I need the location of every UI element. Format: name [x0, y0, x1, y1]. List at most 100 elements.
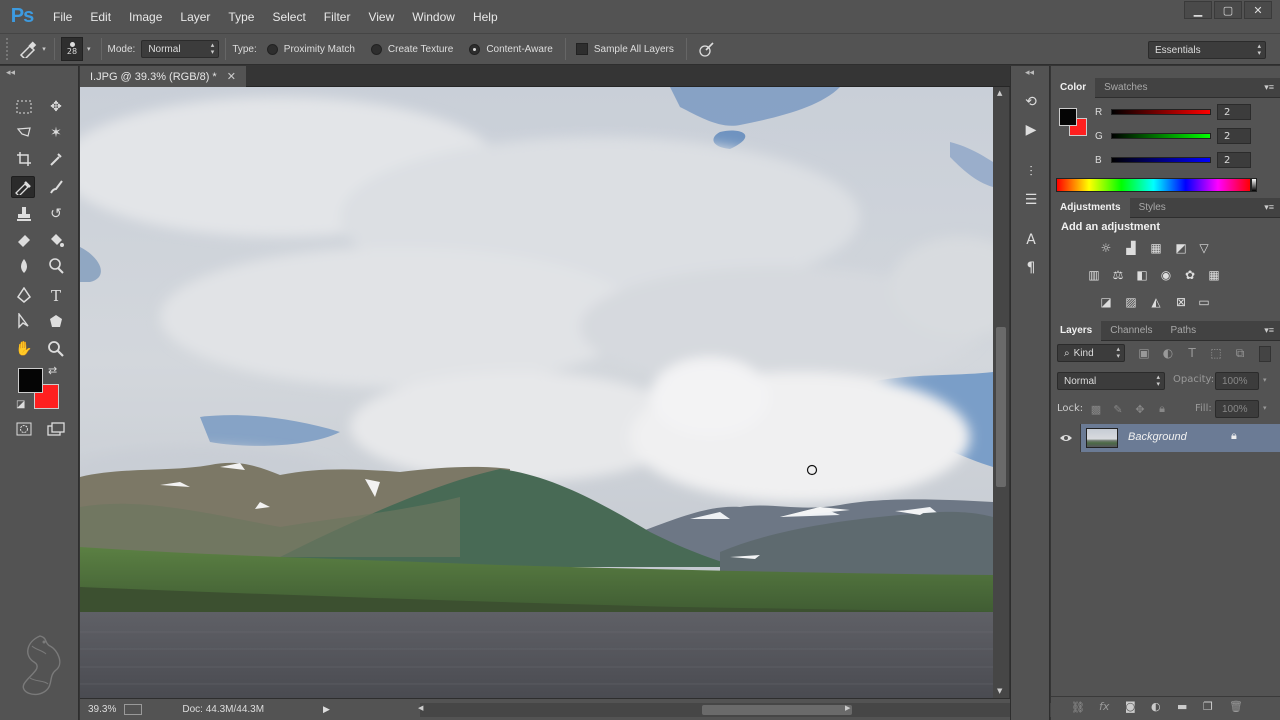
- lock-position-icon[interactable]: ✥: [1131, 401, 1149, 417]
- lock-all-icon[interactable]: 🔒︎: [1153, 401, 1171, 417]
- menu-edit[interactable]: Edit: [81, 10, 120, 24]
- layer-filter-kind-select[interactable]: ⌕ Kind ▴ ▾: [1057, 344, 1125, 362]
- scroll-down-icon[interactable]: ▼: [997, 687, 1002, 695]
- tab-swatches[interactable]: Swatches: [1095, 78, 1156, 98]
- eraser-tool-icon[interactable]: [12, 229, 36, 251]
- radio-content-aware[interactable]: [469, 43, 481, 55]
- move-tool-icon[interactable]: ✥: [44, 96, 68, 118]
- curves-icon[interactable]: ▦: [1147, 240, 1165, 256]
- chevron-down-icon[interactable]: ▾: [1263, 404, 1267, 412]
- exposure-icon[interactable]: ◩: [1172, 240, 1190, 256]
- mode-select[interactable]: Normal ▴ ▾: [141, 40, 220, 58]
- zoom-level[interactable]: 39.3%: [88, 704, 116, 715]
- menu-image[interactable]: Image: [120, 10, 171, 24]
- green-value-input[interactable]: 2: [1217, 128, 1251, 144]
- panel-menu-icon[interactable]: ▾≡: [1264, 82, 1274, 93]
- minimize-icon[interactable]: ▁: [1184, 1, 1212, 19]
- filter-smart-object-icon[interactable]: ⧉: [1231, 345, 1249, 361]
- brush-size-picker[interactable]: 28: [61, 37, 83, 61]
- document-tab[interactable]: I.JPG @ 39.3% (RGB/8) * ✕: [80, 66, 246, 87]
- tab-color[interactable]: Color: [1051, 77, 1096, 98]
- collapse-toolbox-icon[interactable]: ◂◂: [6, 68, 15, 78]
- color-spectrum-ramp[interactable]: [1056, 178, 1251, 192]
- sample-all-layers-checkbox[interactable]: [575, 43, 588, 55]
- menu-select[interactable]: Select: [263, 10, 314, 24]
- paint-bucket-tool-icon[interactable]: [44, 229, 68, 251]
- tab-adjustments[interactable]: Adjustments: [1051, 197, 1130, 218]
- lock-transparent-icon[interactable]: ▩: [1087, 401, 1105, 417]
- scroll-up-icon[interactable]: ▲: [997, 89, 1002, 97]
- new-adjustment-layer-icon[interactable]: ◐: [1151, 700, 1161, 713]
- hue-saturation-icon[interactable]: ▥: [1085, 267, 1103, 283]
- brightness-contrast-icon[interactable]: ☼: [1097, 240, 1115, 256]
- crop-tool-icon[interactable]: [12, 148, 36, 170]
- color-lookup-icon[interactable]: ▦: [1205, 267, 1223, 283]
- threshold-icon[interactable]: ◭: [1147, 294, 1165, 310]
- radio-create-texture[interactable]: [370, 43, 382, 55]
- dodge-tool-icon[interactable]: [44, 255, 68, 277]
- document-canvas[interactable]: [80, 87, 993, 698]
- tab-styles[interactable]: Styles: [1130, 198, 1175, 218]
- blur-tool-icon[interactable]: [12, 255, 36, 277]
- expand-dock-icon[interactable]: ◂◂: [1025, 68, 1034, 78]
- pen-tool-icon[interactable]: [12, 284, 36, 306]
- status-menu-arrow-icon[interactable]: ▶: [323, 704, 330, 715]
- photo-filter-icon[interactable]: ◉: [1157, 267, 1175, 283]
- actions-panel-icon[interactable]: ▶: [1021, 120, 1041, 140]
- horizontal-scroll-thumb[interactable]: [702, 705, 852, 715]
- swap-colors-icon[interactable]: ⇄: [48, 364, 57, 377]
- brush-panel-icon[interactable]: ☰: [1021, 190, 1041, 210]
- healing-brush-tool-icon[interactable]: [11, 176, 35, 198]
- layer-name[interactable]: Background: [1128, 431, 1187, 443]
- vertical-scroll-thumb[interactable]: [996, 327, 1006, 487]
- history-brush-tool-icon[interactable]: ↺: [44, 203, 68, 225]
- horizontal-scrollbar[interactable]: ◀ ▶: [418, 703, 1075, 717]
- menu-layer[interactable]: Layer: [171, 10, 219, 24]
- delete-layer-icon[interactable]: 🗑︎: [1229, 700, 1243, 713]
- workspace-select[interactable]: Essentials ▴ ▾: [1148, 41, 1266, 59]
- vertical-scrollbar[interactable]: ▲ ▼: [993, 87, 1009, 698]
- history-panel-icon[interactable]: ⟲: [1021, 92, 1041, 112]
- color-balance-icon[interactable]: ⚖: [1109, 267, 1127, 283]
- maximize-icon[interactable]: ▢: [1214, 1, 1242, 19]
- brush-presets-panel-icon[interactable]: ⫶: [1021, 162, 1041, 182]
- filter-type-icon[interactable]: T: [1183, 345, 1201, 361]
- new-layer-icon[interactable]: ❐: [1203, 700, 1213, 713]
- levels-icon[interactable]: ▟: [1122, 240, 1140, 256]
- layer-blend-mode-select[interactable]: Normal ▴ ▾: [1057, 372, 1165, 390]
- scroll-right-icon[interactable]: ▶: [845, 704, 850, 712]
- magic-wand-tool-icon[interactable]: ✶: [44, 122, 68, 144]
- hand-tool-icon[interactable]: ✋: [12, 338, 36, 360]
- add-mask-icon[interactable]: ◙: [1125, 700, 1136, 713]
- layer-row-background[interactable]: Background 🔒︎: [1051, 424, 1280, 452]
- marquee-tool-icon[interactable]: [12, 96, 36, 118]
- green-slider[interactable]: [1111, 133, 1211, 139]
- link-layers-icon[interactable]: ⛓: [1071, 701, 1085, 714]
- panel-menu-icon[interactable]: ▾≡: [1264, 202, 1274, 213]
- channel-mixer-icon[interactable]: ✿: [1181, 267, 1199, 283]
- menu-window[interactable]: Window: [403, 10, 464, 24]
- tab-layers[interactable]: Layers: [1051, 320, 1102, 341]
- default-colors-icon[interactable]: ◪: [16, 399, 25, 410]
- filter-toggle[interactable]: [1259, 346, 1271, 362]
- tool-preset-picker[interactable]: ▾: [16, 40, 48, 58]
- type-tool-icon[interactable]: T: [44, 284, 68, 306]
- filter-shape-icon[interactable]: ⬚: [1207, 345, 1225, 361]
- layer-style-fx-icon[interactable]: fx: [1099, 700, 1109, 713]
- blue-slider[interactable]: [1111, 157, 1211, 163]
- menu-filter[interactable]: Filter: [315, 10, 360, 24]
- close-tab-icon[interactable]: ✕: [227, 70, 236, 83]
- vibrance-icon[interactable]: ▽: [1195, 240, 1213, 256]
- invert-icon[interactable]: ◪: [1097, 294, 1115, 310]
- filter-adjustment-icon[interactable]: ◐: [1159, 345, 1177, 361]
- eyedropper-tool-icon[interactable]: [44, 148, 68, 170]
- clone-stamp-tool-icon[interactable]: [12, 203, 36, 225]
- red-slider[interactable]: [1111, 109, 1211, 115]
- radio-proximity-match[interactable]: [266, 43, 278, 55]
- filter-pixel-icon[interactable]: ▣: [1135, 345, 1153, 361]
- panel-menu-icon[interactable]: ▾≡: [1264, 325, 1274, 336]
- tab-channels[interactable]: Channels: [1101, 321, 1161, 341]
- layer-visibility-toggle[interactable]: [1051, 424, 1081, 452]
- foreground-color-swatch[interactable]: [18, 368, 43, 393]
- menu-file[interactable]: File: [44, 10, 81, 24]
